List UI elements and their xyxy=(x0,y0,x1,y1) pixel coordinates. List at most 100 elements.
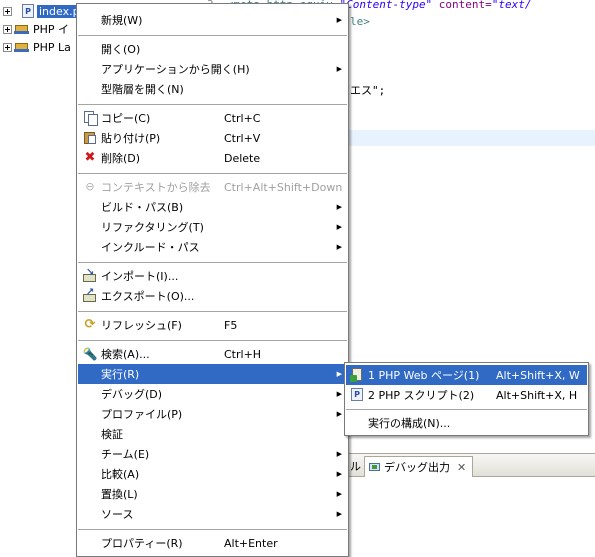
menu-item-team[interactable]: チーム(E) ▶ xyxy=(78,444,347,464)
menu-item-new[interactable]: 新規(W) ▶ xyxy=(78,10,347,30)
menu-item-shortcut: Ctrl+V xyxy=(224,131,261,145)
tab-other[interactable]: ル xyxy=(350,456,361,476)
context-menu: 新規(W) ▶ 開く(O) アプリケーションから開く(H) ▶ 型階層を開く(N… xyxy=(76,3,349,557)
menu-separator xyxy=(346,409,587,410)
menu-item-properties[interactable]: プロパティー(R) Alt+Enter xyxy=(78,533,347,553)
menu-item-shortcut: Alt+Enter xyxy=(224,536,278,550)
menu-item-label: アプリケーションから開く(H) xyxy=(101,63,250,76)
menu-item-import[interactable]: インポート(I)... xyxy=(78,266,347,286)
menu-item-source[interactable]: ソース ▶ xyxy=(78,504,347,524)
submenu-arrow-icon: ▶ xyxy=(336,16,342,24)
menu-item-shortcut: Delete xyxy=(224,151,261,165)
import-icon xyxy=(82,267,98,283)
menu-item-build-path[interactable]: ビルド・パス(B) ▶ xyxy=(78,197,347,217)
menu-item-label: 貼り付け(P) xyxy=(101,132,161,145)
menu-item-label: ソース xyxy=(101,508,134,521)
submenu-arrow-icon: ▶ xyxy=(336,65,342,73)
expand-icon[interactable] xyxy=(3,42,12,52)
menu-item-paste[interactable]: 貼り付け(P) Ctrl+V xyxy=(78,128,347,148)
menu-item-label: チーム(E) xyxy=(101,448,150,461)
submenu-arrow-icon: ▶ xyxy=(336,370,342,378)
export-icon xyxy=(82,287,98,303)
submenu-arrow-icon: ▶ xyxy=(336,390,342,398)
menu-item-label: エクスポート(O)... xyxy=(101,290,195,303)
menu-item-refresh[interactable]: ⟳ リフレッシュ(F) F5 xyxy=(78,315,347,335)
expand-icon[interactable] xyxy=(3,6,12,16)
console-tab-bar: ル デバッグ出力 ✕ xyxy=(348,453,595,477)
submenu-arrow-icon: ▶ xyxy=(336,490,342,498)
php-web-page-icon xyxy=(350,368,366,382)
menu-separator xyxy=(78,529,347,530)
tab-label: デバッグ出力 xyxy=(384,461,450,474)
submenu-arrow-icon: ▶ xyxy=(336,450,342,458)
menu-item-compare[interactable]: 比較(A) ▶ xyxy=(78,464,347,484)
menu-item-label: リファクタリング(T) xyxy=(101,221,204,234)
menu-item-debug[interactable]: デバッグ(D) ▶ xyxy=(78,384,347,404)
menu-item-label: プロファイル(P) xyxy=(101,408,183,421)
menu-item-run[interactable]: 実行(R) ▶ xyxy=(78,364,347,384)
menu-item-open-type-hierarchy[interactable]: 型階層を開く(N) xyxy=(78,79,347,99)
close-icon[interactable]: ✕ xyxy=(457,461,466,474)
expand-icon[interactable] xyxy=(3,24,12,34)
menu-separator xyxy=(78,173,347,174)
submenu-arrow-icon: ▶ xyxy=(336,410,342,418)
menu-item-label: インポート(I)... xyxy=(101,270,179,283)
menu-item-delete[interactable]: ✖ 削除(D) Delete xyxy=(78,148,347,168)
code-fragment: le> xyxy=(350,15,370,28)
php-file-icon: P xyxy=(22,4,34,18)
tree-item-label: PHP La xyxy=(33,40,71,54)
menu-item-profile[interactable]: プロファイル(P) ▶ xyxy=(78,404,347,424)
menu-item-label: 検証 xyxy=(101,428,123,441)
menu-item-shortcut: Ctrl+C xyxy=(224,111,261,125)
tab-label: ル xyxy=(350,460,361,473)
menu-item-label: 比較(A) xyxy=(101,468,140,481)
submenu-arrow-icon: ▶ xyxy=(336,203,342,211)
submenu-arrow-icon: ▶ xyxy=(336,470,342,478)
submenu-arrow-icon: ▶ xyxy=(336,223,342,231)
menu-item-open[interactable]: 開く(O) xyxy=(78,39,347,59)
tree-item-php-project-1[interactable]: PHP イ xyxy=(0,20,69,38)
menu-item-label: リフレッシュ(F) xyxy=(101,319,182,332)
menu-item-label: 新規(W) xyxy=(101,14,143,27)
paste-icon xyxy=(82,131,98,145)
refresh-icon: ⟳ xyxy=(84,317,96,332)
php-project-icon xyxy=(14,41,30,53)
menu-item-shortcut: Ctrl+Alt+Shift+Down xyxy=(224,180,343,194)
copy-icon xyxy=(82,111,98,126)
menu-item-validate[interactable]: 検証 xyxy=(78,424,347,444)
menu-item-shortcut: F5 xyxy=(224,318,238,332)
menu-item-copy[interactable]: コピー(C) Ctrl+C xyxy=(78,108,347,128)
menu-item-open-with[interactable]: アプリケーションから開く(H) ▶ xyxy=(78,59,347,79)
menu-item-run-configurations[interactable]: 実行の構成(N)... xyxy=(346,413,587,433)
tree-item-php-project-2[interactable]: PHP La xyxy=(0,38,71,56)
menu-item-label: 実行の構成(N)... xyxy=(368,417,451,430)
run-submenu: 1 PHP Web ページ(1) Alt+Shift+X, W 2 PHP スク… xyxy=(344,362,589,436)
menu-item-search[interactable]: 🔦 検索(A)... Ctrl+H xyxy=(78,344,347,364)
php-script-icon xyxy=(350,388,366,402)
menu-item-label: インクルード・パス xyxy=(101,241,200,254)
menu-separator xyxy=(78,262,347,263)
menu-item-refactor[interactable]: リファクタリング(T) ▶ xyxy=(78,217,347,237)
menu-item-export[interactable]: エクスポート(O)... xyxy=(78,286,347,306)
menu-item-run-php-script[interactable]: 2 PHP スクリプト(2) Alt+Shift+X, H xyxy=(346,385,587,405)
menu-item-replace[interactable]: 置換(L) ▶ xyxy=(78,484,347,504)
menu-item-label: コピー(C) xyxy=(101,112,151,125)
delete-icon: ✖ xyxy=(84,150,96,165)
code-string: "Content-type" xyxy=(339,0,433,11)
menu-item-label: 型階層を開く(N) xyxy=(101,83,184,96)
menu-item-run-php-web-page[interactable]: 1 PHP Web ページ(1) Alt+Shift+X, W xyxy=(346,365,587,385)
code-attr: content= xyxy=(432,0,492,11)
menu-item-remove-from-context: ⊖ コンテキストから除去 Ctrl+Alt+Shift+Down xyxy=(78,177,347,197)
menu-item-label: プロパティー(R) xyxy=(101,537,183,550)
php-project-icon xyxy=(14,23,30,35)
menu-item-shortcut: Alt+Shift+X, H xyxy=(496,388,578,402)
menu-item-label: 検索(A)... xyxy=(101,348,150,361)
tree-item-label: PHP イ xyxy=(33,23,70,36)
menu-item-label: デバッグ(D) xyxy=(101,388,163,401)
menu-separator xyxy=(78,340,347,341)
submenu-arrow-icon: ▶ xyxy=(336,243,342,251)
debug-output-icon xyxy=(369,461,381,473)
menu-item-include-path[interactable]: インクルード・パス ▶ xyxy=(78,237,347,257)
tab-debug-output[interactable]: デバッグ出力 ✕ xyxy=(364,456,474,477)
menu-item-shortcut: Ctrl+H xyxy=(224,347,262,361)
